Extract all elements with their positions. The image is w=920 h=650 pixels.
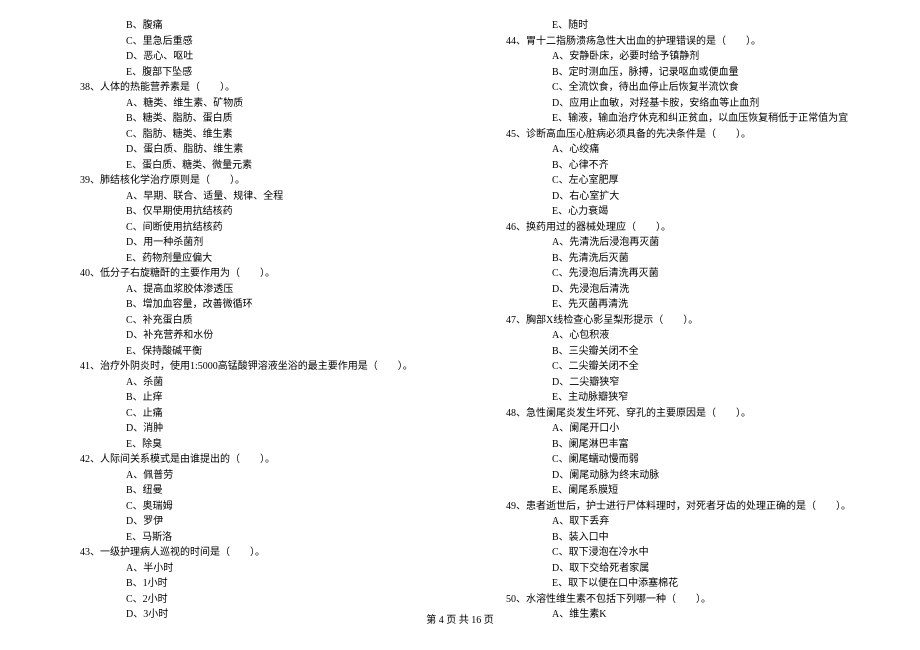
question-text: 44、胃十二指肠溃疡急性大出血的护理错误的是（ ）。 <box>506 34 900 50</box>
option-text: B、仅早期使用抗结核药 <box>108 204 474 220</box>
question-text: 49、患者逝世后，护士进行尸体料理时，对死者牙齿的处理正确的是（ ）。 <box>506 499 900 515</box>
option-text: B、纽曼 <box>108 483 474 499</box>
question-text: 40、低分子右旋糖酐的主要作用为（ ）。 <box>80 266 474 282</box>
option-text: E、先灭菌再清洗 <box>534 297 900 313</box>
option-text: B、增加血容量，改善微循环 <box>108 297 474 313</box>
option-text: D、先浸泡后清洗 <box>534 282 900 298</box>
option-text: D、取下交给死者家属 <box>534 561 900 577</box>
option-text: E、腹部下坠感 <box>108 65 474 81</box>
option-text: C、止痛 <box>108 406 474 422</box>
option-text: A、先清洗后浸泡再灭菌 <box>534 235 900 251</box>
option-text: D、罗伊 <box>108 514 474 530</box>
option-text: E、除臭 <box>108 437 474 453</box>
option-text: A、取下丢弃 <box>534 514 900 530</box>
option-text: C、全流饮食，待出血停止后恢复半流饮食 <box>534 80 900 96</box>
option-text: D、右心室扩大 <box>534 189 900 205</box>
option-text: D、应用止血敏，对羟基卡胺，安络血等止血剂 <box>534 96 900 112</box>
option-text: B、糖类、脂肪、蛋白质 <box>108 111 474 127</box>
option-text: A、提高血浆胶体渗透压 <box>108 282 474 298</box>
option-text: B、三尖瓣关闭不全 <box>534 344 900 360</box>
question-text: 48、急性阑尾炎发生坏死、穿孔的主要原因是（ ）。 <box>506 406 900 422</box>
option-text: D、蛋白质、脂肪、维生素 <box>108 142 474 158</box>
option-text: C、2小时 <box>108 592 474 608</box>
question-text: 41、治疗外阴炎时，使用1:5000高锰酸钾溶液坐浴的最主要作用是（ ）。 <box>80 359 474 375</box>
option-text: A、心包积液 <box>534 328 900 344</box>
option-text: D、二尖瓣狭窄 <box>534 375 900 391</box>
option-text: A、心绞痛 <box>534 142 900 158</box>
question-text: 43、一级护理病人巡视的时间是（ ）。 <box>80 545 474 561</box>
page-footer: 第 4 页 共 16 页 <box>0 613 920 629</box>
option-text: E、随时 <box>534 18 900 34</box>
option-text: B、腹痛 <box>108 18 474 34</box>
option-text: D、消肿 <box>108 421 474 437</box>
option-text: B、1小时 <box>108 576 474 592</box>
option-text: A、佩普劳 <box>108 468 474 484</box>
question-text: 50、水溶性维生素不包括下列哪一种（ ）。 <box>506 592 900 608</box>
option-text: B、阑尾淋巴丰富 <box>534 437 900 453</box>
option-text: D、用一种杀菌剂 <box>108 235 474 251</box>
option-text: C、二尖瓣关闭不全 <box>534 359 900 375</box>
option-text: E、取下以便在口中添塞棉花 <box>534 576 900 592</box>
question-text: 38、人体的热能营养素是（ ）。 <box>80 80 474 96</box>
option-text: A、安静卧床，必要时给予镇静剂 <box>534 49 900 65</box>
right-column: E、随时44、胃十二指肠溃疡急性大出血的护理错误的是（ ）。A、安静卧床，必要时… <box>494 18 920 623</box>
option-text: C、间断使用抗结核药 <box>108 220 474 236</box>
option-text: C、取下浸泡在冷水中 <box>534 545 900 561</box>
question-text: 47、胸部X线检查心影呈梨形提示（ ）。 <box>506 313 900 329</box>
option-text: B、心律不齐 <box>534 158 900 174</box>
option-text: A、早期、联合、适量、规律、全程 <box>108 189 474 205</box>
option-text: E、阑尾系膜短 <box>534 483 900 499</box>
option-text: B、定时测血压，脉搏，记录呕血或便血量 <box>534 65 900 81</box>
question-text: 42、人际间关系模式是由谁提出的（ ）。 <box>80 452 474 468</box>
option-text: C、左心室肥厚 <box>534 173 900 189</box>
option-text: A、杀菌 <box>108 375 474 391</box>
option-text: B、先清洗后灭菌 <box>534 251 900 267</box>
option-text: C、先浸泡后清洗再灭菌 <box>534 266 900 282</box>
option-text: E、药物剂量应偏大 <box>108 251 474 267</box>
option-text: A、阑尾开口小 <box>534 421 900 437</box>
option-text: A、半小时 <box>108 561 474 577</box>
option-text: E、心力衰竭 <box>534 204 900 220</box>
question-text: 39、肺结核化学治疗原则是（ ）。 <box>80 173 474 189</box>
left-column: B、腹痛C、里急后重感D、恶心、呕吐E、腹部下坠感38、人体的热能营养素是（ ）… <box>0 18 494 623</box>
option-text: C、补充蛋白质 <box>108 313 474 329</box>
question-text: 46、换药用过的器械处理应（ ）。 <box>506 220 900 236</box>
option-text: D、补充营养和水份 <box>108 328 474 344</box>
option-text: E、蛋白质、糖类、微量元素 <box>108 158 474 174</box>
option-text: A、糖类、维生素、矿物质 <box>108 96 474 112</box>
option-text: C、脂肪、糖类、维生素 <box>108 127 474 143</box>
option-text: D、阑尾动脉为终末动脉 <box>534 468 900 484</box>
question-text: 45、诊断高血压心脏病必须具备的先决条件是（ ）。 <box>506 127 900 143</box>
option-text: B、止痒 <box>108 390 474 406</box>
option-text: C、里急后重感 <box>108 34 474 50</box>
option-text: E、输液，输血治疗休克和纠正贫血，以血压恢复稍低于正常值为宜 <box>534 111 900 127</box>
option-text: B、装入口中 <box>534 530 900 546</box>
option-text: E、马斯洛 <box>108 530 474 546</box>
option-text: C、阑尾蠕动慢而弱 <box>534 452 900 468</box>
option-text: D、恶心、呕吐 <box>108 49 474 65</box>
option-text: C、奥瑞姆 <box>108 499 474 515</box>
option-text: E、主动脉瓣狭窄 <box>534 390 900 406</box>
option-text: E、保持酸碱平衡 <box>108 344 474 360</box>
